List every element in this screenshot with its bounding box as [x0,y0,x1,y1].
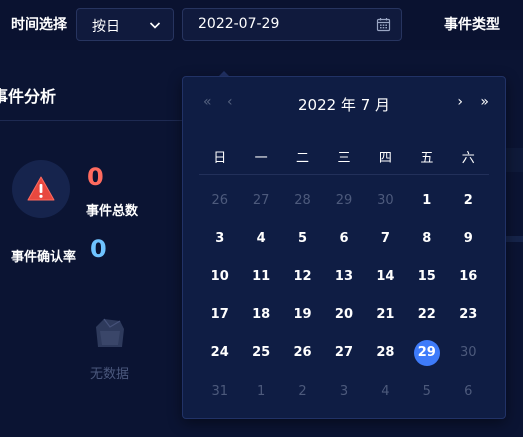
date-picker-input[interactable]: 2022-07-29 [182,8,402,41]
calendar-day[interactable]: 27 [240,181,281,219]
calendar-day[interactable]: 26 [282,334,323,372]
calendar-day[interactable]: 31 [199,372,240,410]
weekday-label: 六 [461,151,475,166]
weekday-label: 三 [337,151,351,166]
calendar-day[interactable]: 19 [282,296,323,334]
granularity-select[interactable]: 按日 [76,8,174,41]
confirm-rate-value: 0 [90,235,107,263]
calendar-day[interactable]: 2 [448,181,489,219]
date-value: 2022-07-29 [198,16,280,32]
warning-icon [27,176,55,201]
calendar-day[interactable]: 30 [448,334,489,372]
calendar-day[interactable]: 1 [240,372,281,410]
alert-badge [12,160,70,218]
calendar-day[interactable]: 13 [323,257,364,295]
calendar-day[interactable]: 20 [323,296,364,334]
calendar-day[interactable]: 28 [282,181,323,219]
calendar-day[interactable]: 6 [448,372,489,410]
next-month-button[interactable]: › [457,94,463,110]
calendar-day[interactable]: 10 [199,257,240,295]
calendar-day[interactable]: 4 [240,219,281,257]
top-toolbar: 时间选择 按日 2022-07-29 事件类型 [0,0,523,50]
calendar-day[interactable]: 11 [240,257,281,295]
calendar-day[interactable]: 15 [406,257,447,295]
empty-box-icon [96,318,124,347]
calendar-day[interactable]: 30 [365,181,406,219]
calendar-day[interactable]: 27 [323,334,364,372]
time-select-label: 时间选择 [11,17,67,33]
weekday-label: 二 [296,151,310,166]
calendar-day[interactable]: 24 [199,334,240,372]
calendar-day[interactable]: 26 [199,181,240,219]
calendar-day[interactable]: 23 [448,296,489,334]
weekday-label: 五 [420,151,434,166]
weekday-label: 日 [213,151,227,166]
total-count-value: 0 [87,163,104,191]
calendar-day[interactable]: 25 [240,334,281,372]
calendar-day[interactable]: 1 [406,181,447,219]
confirm-rate-label: 事件确认率 [11,250,77,265]
calendar-day[interactable]: 3 [199,219,240,257]
weekday-label: 一 [254,151,268,166]
calendar-day[interactable]: 4 [365,372,406,410]
calendar-day[interactable]: 14 [365,257,406,295]
weekday-header: 日 一 二 三 四 五 六 [199,147,489,166]
event-type-label: 事件类型 [444,17,500,33]
empty-state-text: 无数据 [90,367,130,382]
calendar-day[interactable]: 22 [406,296,447,334]
panel-divider [0,120,183,121]
calendar-day[interactable]: 29 [323,181,364,219]
calendar-day[interactable]: 7 [365,219,406,257]
calendar-day[interactable]: 5 [406,372,447,410]
background-chart-edge [505,236,523,242]
calendar-icon[interactable] [376,17,391,32]
next-year-button[interactable]: » [480,94,489,110]
date-picker-popup: « ‹ 2022 年 7 月 › » 日 一 二 三 四 五 六 26 27 28 2… [182,76,506,419]
calendar-day[interactable]: 21 [365,296,406,334]
total-count-label: 事件总数 [86,204,139,219]
calendar-day[interactable]: 28 [365,334,406,372]
weekday-label: 四 [378,151,392,166]
calendar-day[interactable]: 6 [323,219,364,257]
calendar-day-label: 29 [413,339,440,366]
calendar-day[interactable]: 17 [199,296,240,334]
background-chart-edge [505,148,523,172]
calendar-day[interactable]: 16 [448,257,489,295]
calendar-day[interactable]: 8 [406,219,447,257]
calendar-day-selected[interactable]: 29 [406,334,447,372]
calendar-day[interactable]: 3 [323,372,364,410]
calendar-day[interactable]: 5 [282,219,323,257]
calendar-day[interactable]: 9 [448,219,489,257]
calendar-day[interactable]: 2 [282,372,323,410]
calendar-day[interactable]: 12 [282,257,323,295]
panel-title: 事件分析 [0,87,57,106]
weekday-divider [199,174,489,175]
granularity-value: 按日 [92,19,120,35]
calendar-day-grid: 26 27 28 29 30 1 2 3 4 5 6 7 8 9 10 11 12 13 14 15 16 17 18 19 2… [199,181,489,410]
calendar-day[interactable]: 18 [240,296,281,334]
chevron-down-icon [149,22,161,29]
